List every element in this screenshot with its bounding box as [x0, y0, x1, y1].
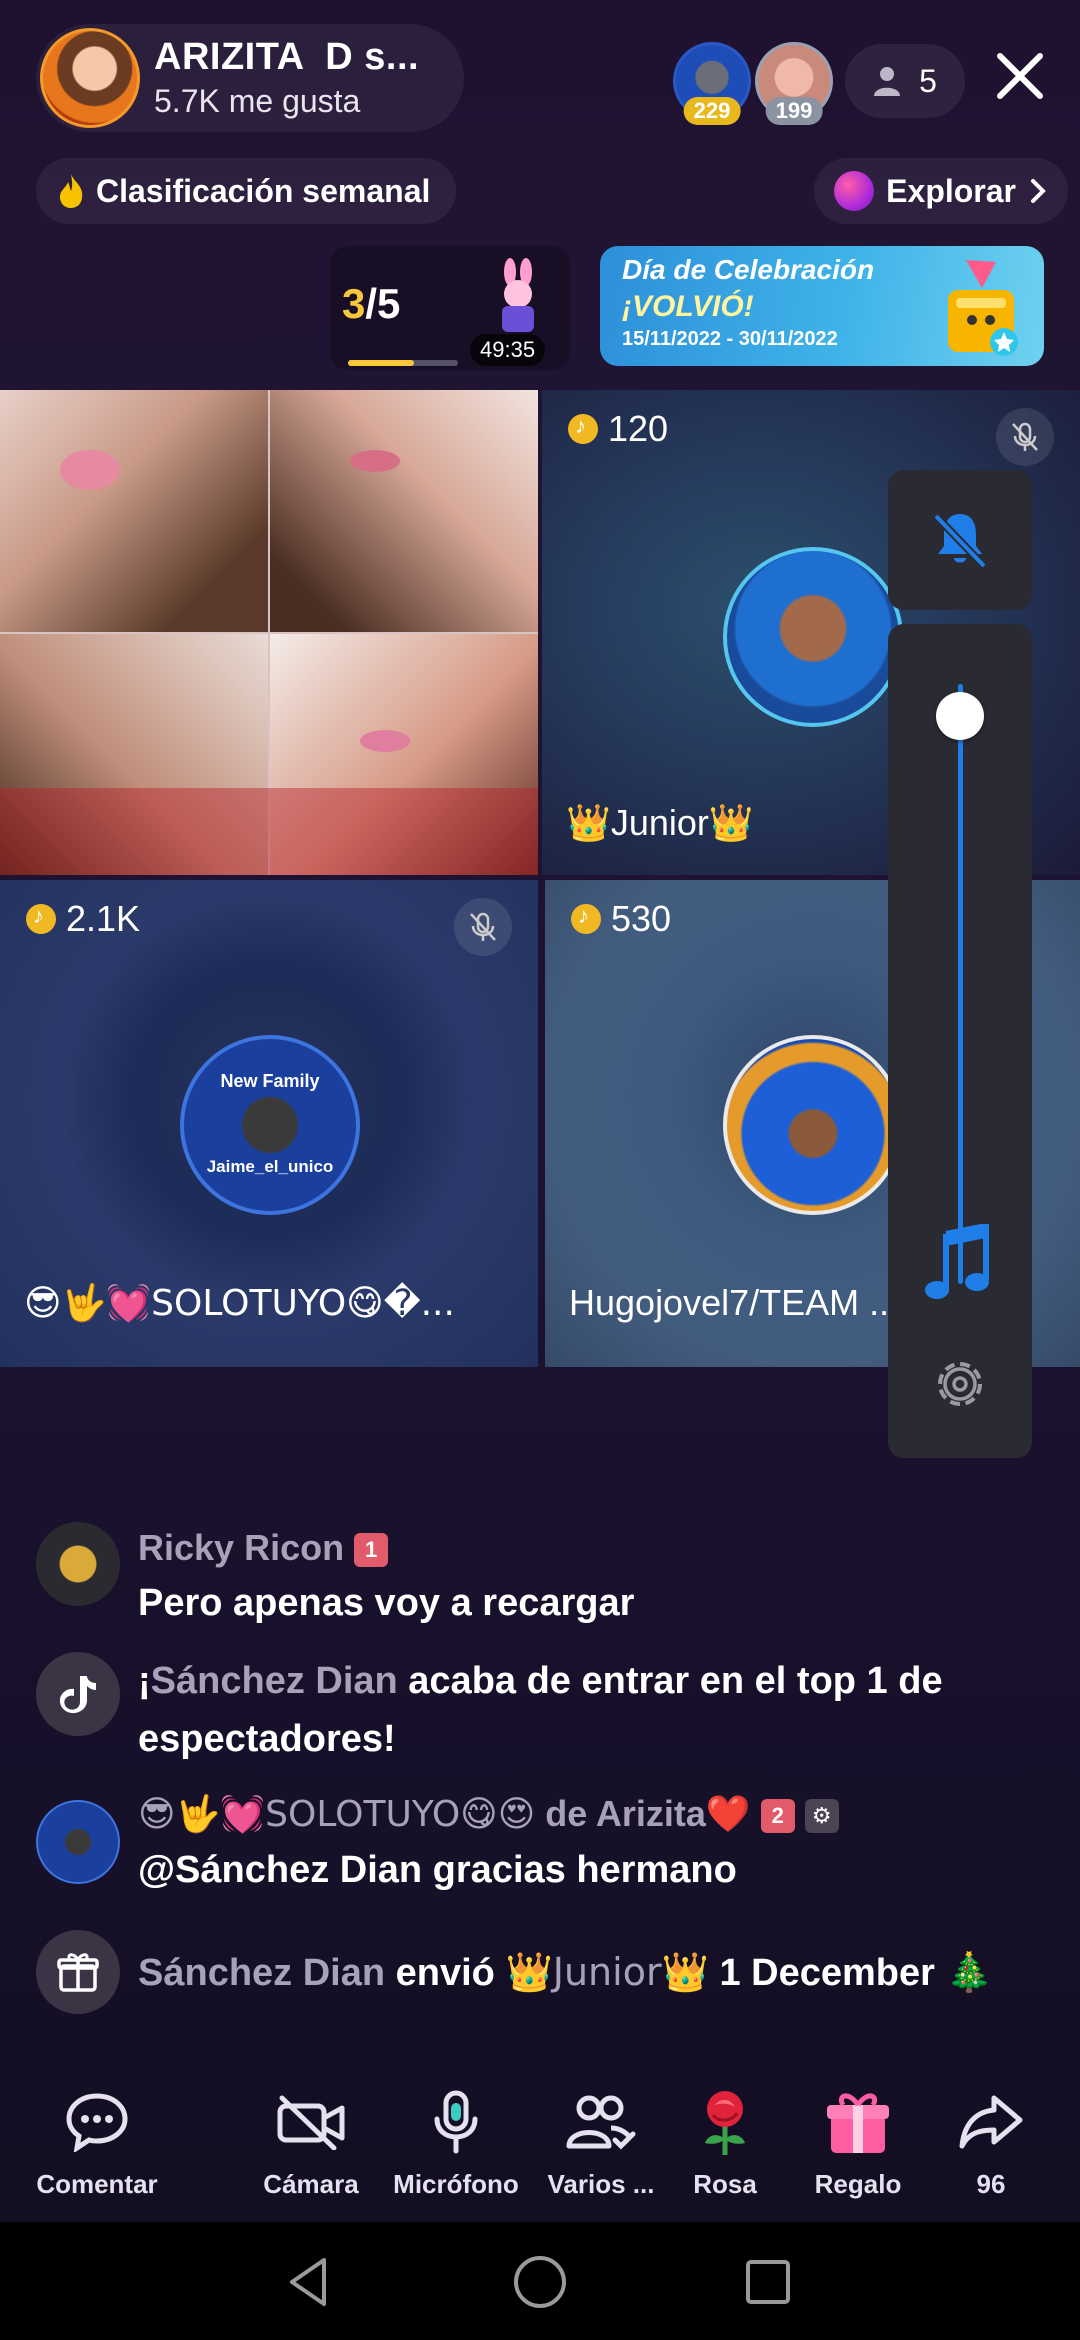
settings-gear-icon[interactable] [930, 1354, 990, 1414]
chat-avatar[interactable] [36, 1800, 120, 1884]
tiktok-logo-icon [36, 1652, 120, 1736]
moderator-icon: ⚙ [804, 1799, 839, 1834]
weekly-ranking-label: Clasificación semanal [96, 172, 431, 209]
chat-avatar[interactable] [36, 1522, 120, 1606]
volume-slider-track[interactable] [958, 684, 963, 1284]
host-video-feed [0, 390, 538, 875]
chevron-right-icon [1031, 179, 1046, 203]
flame-icon [60, 174, 83, 208]
party-box-icon [948, 260, 1018, 356]
system-text: ¡Sánchez Dian acaba de entrar en el top … [138, 1660, 943, 1760]
guest-name: Hugojovel7/TEAM ... [569, 1282, 900, 1323]
guest-name: 👑Junior👑 [566, 802, 754, 843]
music-note-icon[interactable] [924, 1224, 996, 1304]
camera-off-icon [277, 2095, 345, 2150]
explore-label: Explorar [886, 172, 1016, 209]
volume-panel [888, 624, 1032, 1458]
viewer-count: 5 [919, 62, 937, 99]
top-viewer-badge: 229 [683, 97, 741, 125]
mic-muted-icon [996, 408, 1054, 466]
viewer-count-button[interactable]: 5 [845, 44, 965, 118]
planet-icon [834, 171, 875, 211]
goal-progress-bar [348, 360, 458, 366]
guest-coins: 2.1K [26, 898, 140, 940]
recents-icon[interactable] [738, 2252, 798, 2312]
camera-button[interactable]: Cámara [236, 2085, 386, 2200]
fan-level-badge: 2 [760, 1799, 795, 1834]
share-icon [959, 2095, 1023, 2149]
share-button[interactable]: 96 [916, 2085, 1066, 2200]
guest-coins: 530 [571, 898, 671, 940]
guest-avatar[interactable]: New Family Jaime_el_unico [180, 1035, 360, 1215]
gift-box-icon [827, 2093, 889, 2153]
banner-dates: 15/11/2022 - 30/11/2022 [622, 328, 838, 350]
goal-timer: 49:35 [470, 334, 546, 366]
chat-username[interactable]: Ricky Ricon 1 [138, 1522, 1056, 1574]
comment-icon [66, 2093, 128, 2152]
volume-slider-knob[interactable] [936, 692, 984, 740]
guest-avatar[interactable] [723, 547, 903, 727]
gift-icon [36, 1930, 120, 2014]
explore-button[interactable]: Explorar [814, 158, 1068, 224]
coin-icon [568, 413, 598, 444]
guest-coins: 120 [568, 408, 668, 450]
microphone-icon [434, 2090, 478, 2154]
coin-icon [571, 903, 601, 934]
multi-guest-icon [566, 2095, 636, 2150]
weekly-ranking-button[interactable]: Clasificación semanal [36, 158, 457, 224]
host-avatar[interactable] [40, 28, 140, 128]
chat-text: @Sánchez Dian gracias hermano [138, 1849, 737, 1891]
host-video-tile[interactable] [0, 390, 538, 875]
gift-text: Sánchez Dian envió 👑Junior👑 1 December 🎄 [138, 1950, 993, 1994]
bunny-icon [502, 258, 534, 332]
guest-name: 😎🤟💓SOLOTUYO😋�... [24, 1283, 455, 1324]
banner-title: Día de Celebración [622, 254, 875, 285]
back-icon[interactable] [280, 2252, 340, 2312]
chat-username[interactable]: 😎🤟💓SOLOTUYO😋😍 de Arizita❤️ 2 ⚙ [138, 1788, 1056, 1841]
banner-subtitle: ¡VOLVIÓ! [622, 290, 754, 323]
mic-muted-icon [454, 898, 512, 956]
goal-counter: 3/5 [342, 280, 401, 327]
person-icon [874, 67, 901, 96]
guest-avatar[interactable] [723, 1035, 903, 1215]
host-info[interactable]: ARIZITA D s... 5.7K me gusta [36, 24, 464, 132]
close-icon[interactable] [990, 46, 1050, 106]
home-icon[interactable] [510, 2252, 570, 2312]
comment-button[interactable]: Comentar [22, 2085, 172, 2200]
bell-off-icon [933, 513, 987, 569]
host-name: ARIZITA D s... [154, 36, 420, 78]
chat-text: Pero apenas voy a recargar [138, 1582, 635, 1624]
host-likes: 5.7K me gusta [154, 83, 361, 119]
gift-button[interactable]: Regalo [783, 2085, 933, 2200]
rose-icon [705, 2091, 745, 2155]
microphone-button[interactable]: Micrófono [381, 2085, 531, 2200]
rose-button[interactable]: Rosa [650, 2085, 800, 2200]
top-viewer-avatar-1[interactable]: 229 [673, 42, 751, 125]
top-viewer-badge: 199 [765, 97, 823, 125]
guest-tile-3[interactable]: 2.1K New Family Jaime_el_unico 😎🤟💓SOLOTU… [0, 880, 538, 1367]
celebration-banner[interactable]: Día de Celebración ¡VOLVIÓ! 15/11/2022 -… [600, 246, 1044, 366]
goal-widget[interactable]: 3/5 49:35 [330, 246, 570, 370]
gift-sticker-icon: 🎄 [945, 1950, 993, 1994]
top-viewer-avatar-2[interactable]: 199 [755, 42, 833, 125]
coin-icon [26, 903, 56, 934]
system-navigation-bar [0, 2222, 1080, 2340]
bottom-action-bar: Comentar Cámara Micrófono Varios ... Ros… [0, 2075, 1080, 2225]
fan-level-badge: 1 [354, 1533, 389, 1568]
notification-toggle[interactable] [888, 470, 1032, 610]
